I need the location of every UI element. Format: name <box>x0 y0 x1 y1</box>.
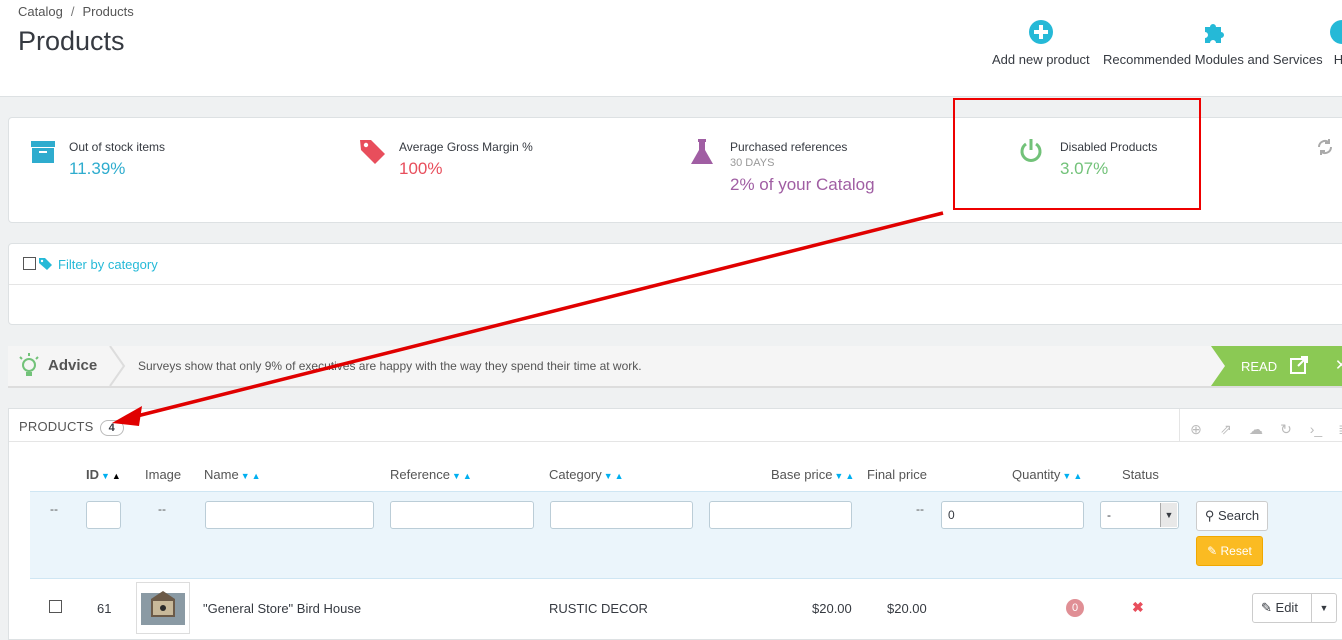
annotation-arrow <box>112 211 944 426</box>
